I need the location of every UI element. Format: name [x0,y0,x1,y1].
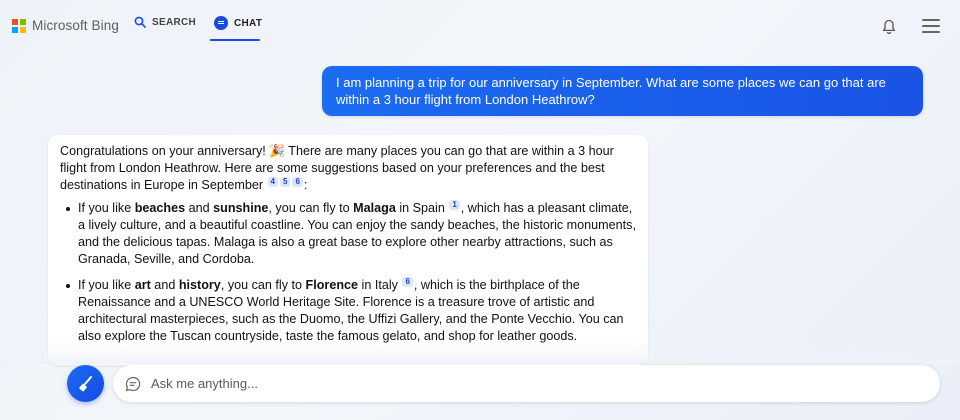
microsoft-logo-icon [12,18,26,33]
active-tab-indicator [210,39,260,41]
item-text: If you like [78,201,135,215]
citation-link[interactable]: 6 [402,277,413,287]
bing-logo[interactable]: Microsoft Bing [12,18,119,33]
top-bar: Microsoft Bing SEARCH CHAT [0,0,960,48]
bot-message: Congratulations on your anniversary! 🎉 T… [48,135,648,365]
chat-icon [125,376,141,391]
item-destination: Malaga [353,201,396,215]
item-text: and [185,201,214,215]
tab-search[interactable]: SEARCH [134,16,196,28]
suggestion-list: If you like beaches and sunshine, you ca… [60,200,636,345]
citation-link[interactable]: 6 [292,177,303,187]
broom-icon [78,375,92,391]
item-keyword: history [178,278,221,292]
user-message: I am planning a trip for our anniversary… [322,66,923,116]
citation-link[interactable]: 5 [279,177,291,187]
tab-chat-label: CHAT [234,17,263,29]
tab-search-label: SEARCH [152,16,197,28]
item-keyword: sunshine [213,201,269,215]
search-icon [134,16,146,28]
list-item: If you like beaches and sunshine, you ca… [66,200,636,268]
item-text: and [150,278,179,292]
new-topic-button[interactable] [67,365,104,402]
intro-text-1: Congratulations on your anniversary! [60,144,266,158]
logo-text: Microsoft Bing [32,18,119,33]
chat-bubble-icon [214,16,228,30]
item-keyword: art [134,278,151,292]
intro-end: : [303,178,308,192]
user-message-text: I am planning a trip for our anniversary… [336,75,886,107]
item-text: , you can fly to [220,278,306,292]
party-emoji-icon: 🎉 [269,144,285,158]
chat-input-box[interactable] [113,365,940,402]
item-text: , you can fly to [268,201,354,215]
bell-icon[interactable] [882,19,896,35]
chat-input[interactable] [151,376,851,391]
tab-chat[interactable]: CHAT [214,16,262,30]
item-text: in Spain [395,201,445,215]
citation-link[interactable]: 1 [449,200,460,210]
item-keyword: beaches [134,201,186,215]
list-item: If you like art and history, you can fly… [66,277,636,345]
citation-link[interactable]: 4 [267,177,278,187]
item-destination: Florence [305,278,359,292]
item-text: If you like [78,278,135,292]
hamburger-menu-icon[interactable] [922,19,940,37]
item-text: in Italy [358,278,398,292]
bot-intro: Congratulations on your anniversary! 🎉 T… [60,143,636,194]
